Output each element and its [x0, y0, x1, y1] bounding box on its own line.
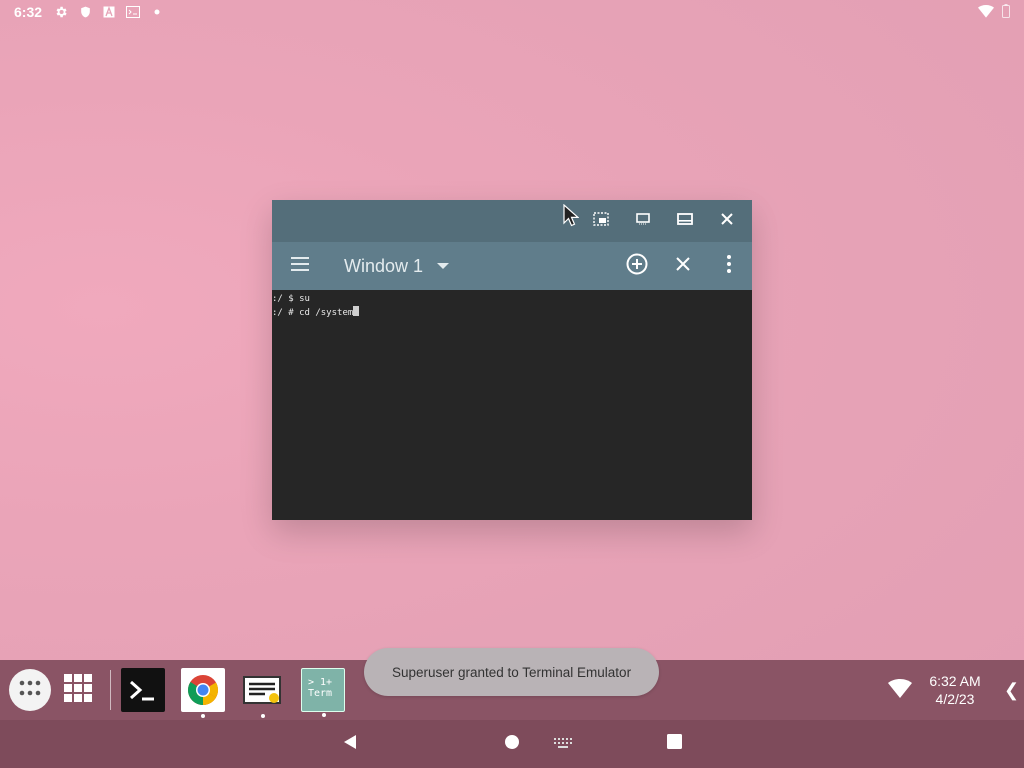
wifi-icon	[978, 4, 994, 23]
terminal-line: :/ # cd /system	[272, 307, 354, 318]
picture-in-picture-icon	[593, 211, 609, 231]
close-window-button[interactable]	[660, 242, 706, 290]
tray-time: 6:32 AM	[929, 673, 981, 689]
term-icon-label-2: Term	[308, 688, 333, 699]
terminal-line-current: :/ # cd /system	[272, 305, 752, 320]
terminal-small-icon	[126, 5, 141, 19]
close-icon	[720, 212, 734, 231]
window-caption-bar[interactable]	[272, 200, 752, 242]
overview-button[interactable]	[664, 734, 684, 754]
window-selector-dropdown[interactable]: Window 1	[344, 255, 450, 277]
terminal-prompt-icon	[121, 680, 165, 716]
running-indicator	[261, 714, 265, 718]
font-a-icon	[102, 5, 116, 19]
maximize-icon	[677, 212, 693, 230]
window-close-button[interactable]	[706, 200, 748, 242]
app-toolbar: Window 1	[272, 242, 752, 290]
running-indicator	[322, 713, 326, 717]
status-time: 6:32	[14, 4, 43, 20]
dropdown-arrow-icon	[437, 257, 450, 275]
overview-square-icon	[666, 734, 682, 754]
terminal-window[interactable]: Window 1 :/ $ su :/ # cd /system	[272, 200, 752, 520]
notes-app-button[interactable]	[241, 668, 285, 718]
shield-icon	[78, 5, 92, 19]
taskbar-divider	[110, 670, 111, 710]
status-right-icons	[978, 4, 1010, 23]
toast-message: Superuser granted to Terminal Emulator	[391, 664, 632, 680]
keyboard-icon	[554, 735, 572, 753]
add-circle-icon	[626, 253, 648, 280]
overflow-menu-button[interactable]	[706, 242, 752, 290]
all-apps-button[interactable]	[9, 669, 51, 711]
term-app-icon: > 1+ Term	[308, 677, 332, 699]
terminal-app-button[interactable]	[121, 668, 165, 712]
wifi-icon[interactable]	[888, 678, 912, 703]
hamburger-icon	[291, 256, 309, 276]
terminal-output[interactable]: :/ $ su :/ # cd /system	[272, 290, 752, 520]
keyboard-button[interactable]	[552, 734, 574, 754]
home-circle-icon	[504, 734, 520, 755]
term-app-button[interactable]: > 1+ Term	[301, 668, 345, 717]
dot-icon	[150, 5, 164, 19]
window-title: Window 1	[344, 255, 424, 276]
navigation-bar	[0, 720, 1024, 768]
recent-apps-grid-button[interactable]	[64, 674, 96, 706]
restore-icon	[636, 212, 650, 230]
mouse-pointer-icon	[563, 203, 580, 233]
tray-clock[interactable]: 6:32 AM 4/2/23	[920, 672, 990, 708]
maximize-button[interactable]	[664, 200, 706, 242]
restore-button[interactable]	[622, 200, 664, 242]
running-indicator	[201, 714, 205, 718]
new-window-button[interactable]	[614, 242, 660, 290]
grid-icon	[64, 674, 92, 706]
apps-dots-icon	[19, 680, 41, 701]
hamburger-menu-button[interactable]	[272, 242, 328, 290]
gear-icon	[54, 5, 68, 19]
chrome-app-button[interactable]	[181, 668, 225, 718]
close-icon	[676, 256, 690, 276]
status-bar: 6:32	[0, 0, 1024, 24]
status-notification-icons	[54, 5, 164, 19]
chevron-left-icon[interactable]: ❮	[1004, 680, 1019, 701]
back-triangle-icon	[342, 734, 358, 755]
more-vert-icon	[727, 254, 731, 278]
picture-in-picture-button[interactable]	[580, 200, 622, 242]
back-button[interactable]	[340, 734, 360, 754]
term-icon-label-1: > 1+	[308, 677, 333, 688]
terminal-line: :/ $ su	[272, 294, 310, 304]
home-button[interactable]	[502, 734, 522, 754]
tray-date: 4/2/23	[935, 691, 975, 707]
toast-notification: Superuser granted to Terminal Emulator	[364, 648, 659, 696]
battery-icon	[1002, 4, 1010, 23]
text-cursor	[353, 305, 360, 316]
